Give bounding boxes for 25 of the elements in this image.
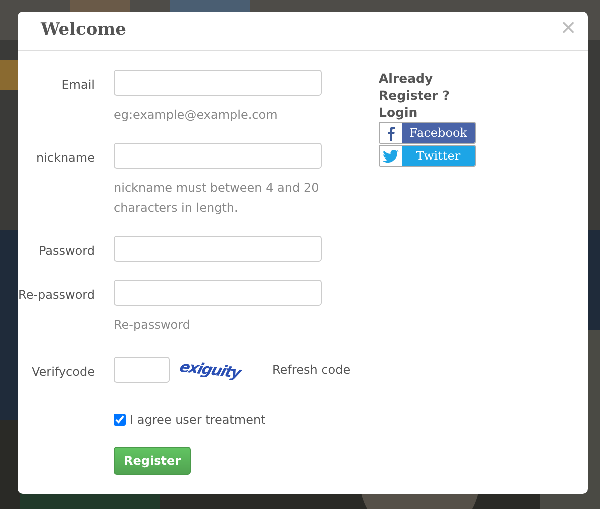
input-field[interactable]: [114, 143, 322, 169]
input-field[interactable]: [114, 70, 322, 96]
field-label: Password: [38, 243, 95, 260]
close-button[interactable]: ×: [560, 17, 577, 37]
twitter-button[interactable]: Twitter: [379, 145, 476, 167]
field-label: nickname: [35, 150, 95, 167]
hint-text: nickname must between 4 and 20 characters in length.: [114, 180, 320, 217]
agree-checkbox[interactable]: [114, 414, 126, 426]
dialog-title: Welcome: [41, 20, 126, 40]
field-label: Verifycode: [31, 364, 95, 381]
input-field[interactable]: [114, 236, 322, 262]
hint-text: Re-password: [114, 317, 192, 334]
input-field[interactable]: [114, 280, 322, 306]
agree-label: I agree user treatment: [130, 412, 266, 429]
hint-text: eg:example@example.com: [114, 107, 279, 124]
facebook-icon: [386, 126, 396, 140]
login-heading: Already Register ? Login: [379, 70, 451, 121]
field-label: Re-password: [18, 287, 95, 304]
bird-icon: [383, 150, 399, 162]
field-label: Email: [60, 77, 95, 94]
refresh-code-link[interactable]: Refresh code: [272, 361, 351, 379]
facebook-button[interactable]: Facebook: [379, 122, 476, 144]
verify-code-field[interactable]: [114, 357, 170, 383]
register-button[interactable]: Register: [114, 447, 192, 475]
captcha-image: exiguity: [177, 356, 244, 384]
